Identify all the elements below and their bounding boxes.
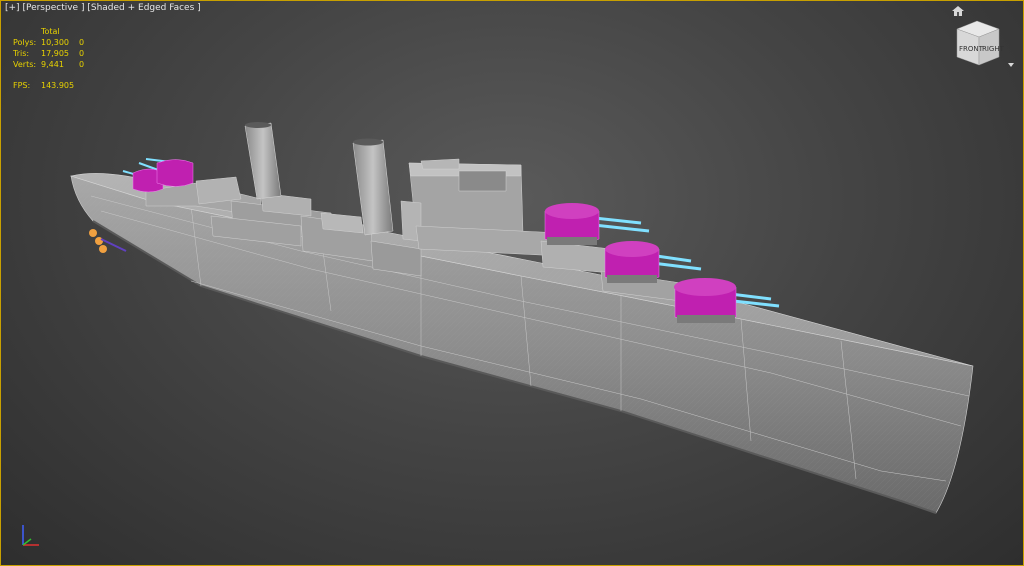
ship-model[interactable] [1, 1, 1023, 565]
3d-viewport[interactable]: [+] [Perspective ] [Shaded + Edged Faces… [0, 0, 1024, 566]
viewcube-right-label: RIGHT [982, 45, 1005, 53]
home-icon[interactable] [952, 6, 964, 16]
viewcube[interactable]: FRONT RIGHT [949, 17, 1005, 69]
viewcube-front-label: FRONT [959, 45, 984, 53]
axis-tripod-icon [22, 525, 39, 546]
viewcube-menu-icon[interactable] [1007, 61, 1015, 69]
